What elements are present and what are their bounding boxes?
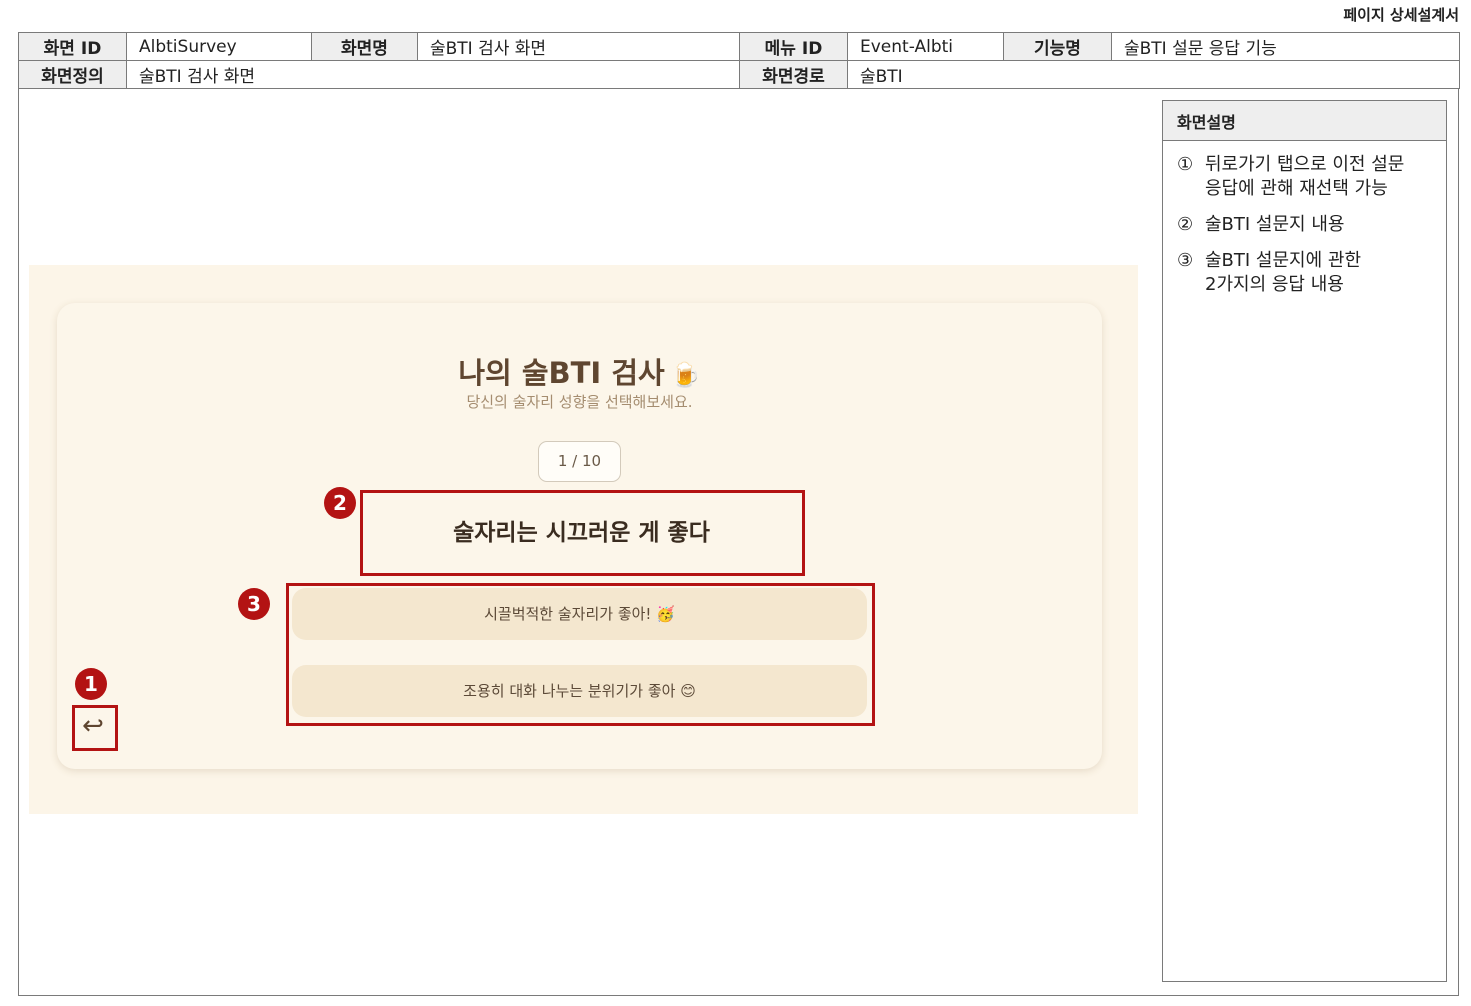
function-name-value: 술BTI 설문 응답 기능 (1111, 32, 1460, 61)
description-item: ② 술BTI 설문지 내용 (1177, 213, 1432, 237)
description-item: ③ 술BTI 설문지에 관한 2가지의 응답 내용 (1177, 249, 1432, 297)
description-text: 술BTI 설문지 내용 (1205, 214, 1345, 235)
description-text: 뒤로가기 탭으로 이전 설문 응답에 관해 재선택 가능 (1205, 154, 1405, 199)
description-list: ① 뒤로가기 탭으로 이전 설문 응답에 관해 재선택 가능 ② 술BTI 설문… (1163, 141, 1446, 321)
screen-description-panel: 화면설명 ① 뒤로가기 탭으로 이전 설문 응답에 관해 재선택 가능 ② 술B… (1162, 100, 1447, 982)
description-number: ① (1177, 154, 1194, 175)
screen-definition-label: 화면정의 (18, 60, 127, 89)
function-name-label: 기능명 (1003, 32, 1112, 61)
annotation-marker-1: 1 (75, 668, 107, 700)
page-title-text: 나의 술BTI 검사 (458, 356, 665, 390)
description-number: ③ (1177, 250, 1194, 271)
description-text: 술BTI 설문지에 관한 2가지의 응답 내용 (1205, 250, 1362, 295)
screen-name-value: 술BTI 검사 화면 (417, 32, 740, 61)
progress-indicator: 1 / 10 (538, 441, 621, 482)
highlight-box-back (72, 705, 118, 751)
annotation-marker-3: 3 (238, 588, 270, 620)
menu-id-label: 메뉴 ID (739, 32, 848, 61)
screen-path-label: 화면경로 (739, 60, 848, 89)
screen-id-value: AlbtiSurvey (126, 32, 312, 61)
highlight-box-question (360, 490, 805, 576)
screen-id-label: 화면 ID (18, 32, 127, 61)
page-title: 나의 술BTI 검사 🍺 (57, 350, 1102, 392)
screen-definition-value: 술BTI 검사 화면 (126, 60, 740, 89)
description-title: 화면설명 (1163, 101, 1446, 141)
screen-path-value: 술BTI (847, 60, 1460, 89)
description-item: ① 뒤로가기 탭으로 이전 설문 응답에 관해 재선택 가능 (1177, 153, 1432, 201)
menu-id-value: Event-Albti (847, 32, 1004, 61)
highlight-box-options (286, 583, 875, 726)
annotation-marker-2: 2 (324, 487, 356, 519)
screen-meta-table: 화면 ID AlbtiSurvey 화면명 술BTI 검사 화면 메뉴 ID E… (18, 32, 1460, 89)
screen-name-label: 화면명 (311, 32, 418, 61)
beer-mug-icon: 🍺 (670, 361, 701, 389)
page-subtitle: 당신의 술자리 성향을 선택해보세요. (466, 393, 693, 411)
description-number: ② (1177, 214, 1194, 235)
document-title: 페이지 상세설계서 (1343, 6, 1459, 24)
